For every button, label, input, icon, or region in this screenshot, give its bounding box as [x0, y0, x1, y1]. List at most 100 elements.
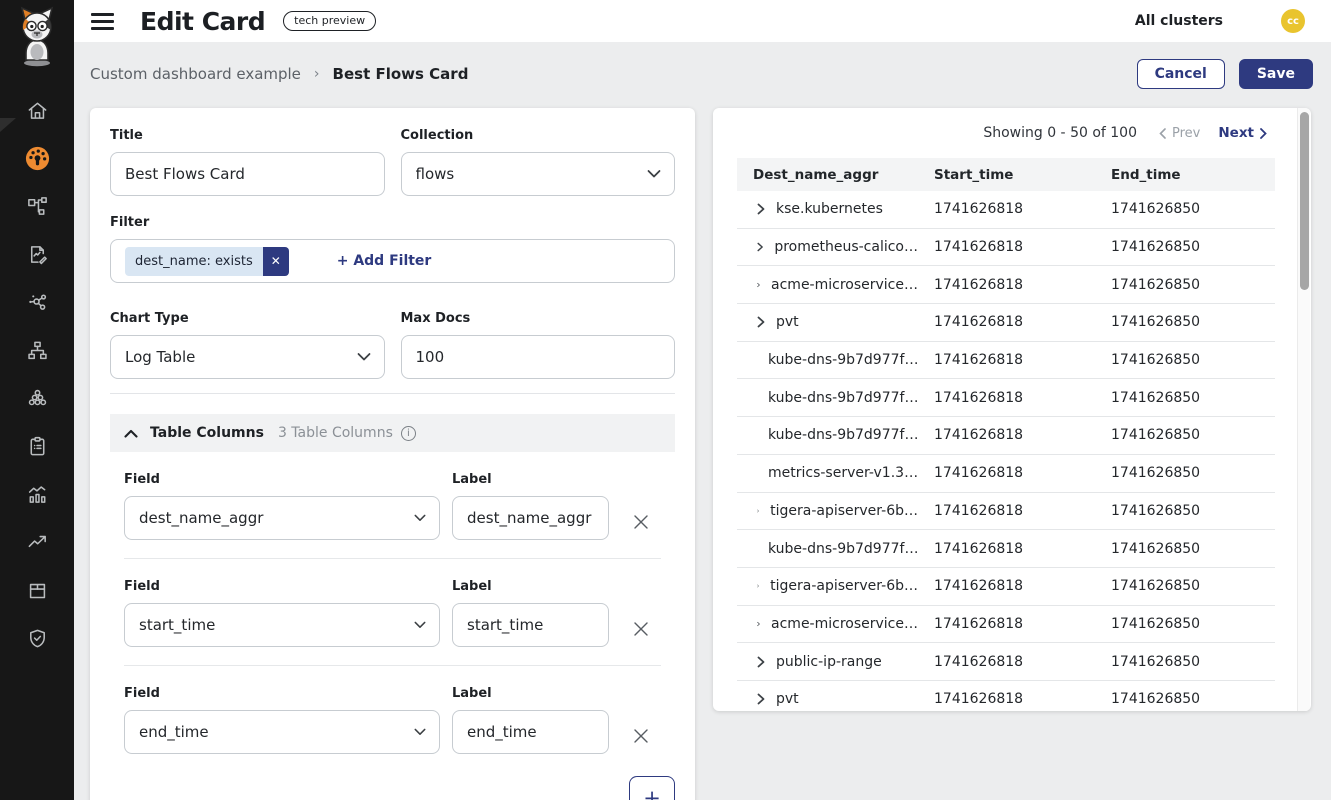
start-time-value: 1741626818 — [918, 201, 1095, 217]
table-row[interactable]: prometheus-calico… 1741626818 1741626850 — [737, 229, 1275, 267]
dest-name-aggr-value: kube-dns-9b7d977f… — [768, 541, 918, 557]
expand-chevron-icon[interactable] — [757, 693, 765, 705]
table-columns-count: 3 Table Columns — [278, 425, 393, 441]
collection-label: Collection — [401, 128, 676, 143]
field-select-dest-name-aggr[interactable] — [124, 496, 440, 540]
add-filter-link[interactable]: + Add Filter — [337, 253, 432, 269]
column-config-row: Field Label — [124, 686, 661, 754]
scrollbar-track[interactable] — [1297, 108, 1310, 711]
start-time-value: 1741626818 — [918, 654, 1095, 670]
calico-cat-logo[interactable] — [12, 6, 62, 72]
scrollbar-thumb[interactable] — [1300, 112, 1309, 290]
field-select-start-time[interactable] — [124, 603, 440, 647]
close-icon — [632, 727, 650, 745]
breadcrumb-current: Best Flows Card — [333, 65, 469, 83]
expand-chevron-icon[interactable] — [757, 505, 759, 517]
sidebar-item-traffic[interactable] — [0, 518, 74, 566]
home-icon — [26, 99, 49, 122]
field-select-end-time[interactable] — [124, 710, 440, 754]
prev-page-button[interactable]: Prev — [1159, 126, 1200, 141]
info-icon[interactable]: i — [401, 426, 416, 441]
sidebar-item-logs[interactable] — [0, 470, 74, 518]
breadcrumb-parent-link[interactable]: Custom dashboard example — [90, 65, 301, 83]
chevron-up-icon — [124, 429, 138, 438]
breadcrumb-row: Custom dashboard example › Best Flows Ca… — [74, 42, 1331, 106]
filter-chip-text: dest_name: exists — [125, 247, 263, 276]
label-input-end-time[interactable] — [452, 710, 609, 754]
sidebar-item-compliance[interactable] — [0, 566, 74, 614]
cancel-button[interactable]: Cancel — [1137, 59, 1225, 89]
table-columns-section-toggle[interactable]: Table Columns 3 Table Columns i — [110, 414, 675, 452]
table-row[interactable]: kube-dns-9b7d977f… 1741626818 1741626850 — [737, 530, 1275, 568]
sidebar-fold-decoration — [0, 118, 16, 132]
sidebar-item-threat-graph[interactable] — [0, 278, 74, 326]
table-row[interactable]: kube-dns-9b7d977f… 1741626818 1741626850 — [737, 342, 1275, 380]
expand-chevron-icon[interactable] — [757, 279, 760, 291]
sidebar-item-service-graph[interactable] — [0, 182, 74, 230]
table-row[interactable]: pvt 1741626818 1741626850 — [737, 304, 1275, 342]
label-input-dest-name-aggr[interactable] — [452, 496, 609, 540]
start-time-value: 1741626818 — [918, 390, 1095, 406]
next-page-button[interactable]: Next — [1218, 125, 1267, 141]
add-column-button[interactable]: + — [629, 776, 675, 800]
expand-chevron-icon[interactable] — [757, 656, 765, 668]
clipboard-icon — [26, 435, 49, 458]
edit-card-form-panel: Title Collection Filter dest_name: exist… — [90, 108, 695, 800]
dest-name-aggr-value: kube-dns-9b7d977f… — [768, 390, 918, 406]
hamburger-menu-icon[interactable] — [91, 13, 114, 30]
cluster-selector[interactable]: All clusters — [1135, 13, 1223, 29]
remove-column-button[interactable] — [621, 472, 661, 540]
table-row[interactable]: acme-microservice… 1741626818 1741626850 — [737, 606, 1275, 644]
shield-check-icon — [26, 627, 49, 650]
remove-column-button[interactable] — [621, 686, 661, 754]
dest-name-aggr-value: prometheus-calico… — [774, 239, 918, 255]
remove-column-button[interactable] — [621, 579, 661, 647]
collection-select[interactable] — [401, 152, 676, 196]
max-docs-input[interactable] — [401, 335, 676, 379]
sidebar-item-security[interactable] — [0, 614, 74, 662]
label-label: Label — [452, 686, 609, 701]
table-row[interactable]: tigera-apiserver-6b… 1741626818 17416268… — [737, 493, 1275, 531]
dest-name-aggr-value: metrics-server-v1.3… — [768, 465, 918, 481]
table-row[interactable]: pvt 1741626818 1741626850 — [737, 681, 1275, 711]
start-time-value: 1741626818 — [918, 503, 1095, 519]
dest-name-aggr-value: pvt — [776, 314, 799, 330]
save-button[interactable]: Save — [1239, 59, 1313, 89]
table-row[interactable]: public-ip-range 1741626818 1741626850 — [737, 643, 1275, 681]
sidebar-item-dashboards-active[interactable] — [0, 134, 74, 182]
column-header-start-time: Start_time — [918, 167, 1095, 183]
sidebar-item-network-sets[interactable] — [0, 326, 74, 374]
divider — [124, 665, 661, 666]
start-time-value: 1741626818 — [918, 691, 1095, 707]
table-columns-header: Table Columns — [150, 425, 264, 441]
expand-chevron-icon[interactable] — [757, 580, 759, 592]
sidebar-item-policies[interactable] — [0, 422, 74, 470]
filter-chip-remove-button[interactable]: ✕ — [263, 247, 289, 276]
title-input[interactable] — [110, 152, 385, 196]
table-row[interactable]: kse.kubernetes 1741626818 1741626850 — [737, 191, 1275, 229]
end-time-value: 1741626850 — [1095, 691, 1275, 707]
sidebar-item-reports[interactable] — [0, 230, 74, 278]
table-row[interactable]: acme-microservice… 1741626818 1741626850 — [737, 266, 1275, 304]
sidebar-item-workloads[interactable] — [0, 374, 74, 422]
label-input-start-time[interactable] — [452, 603, 609, 647]
avatar[interactable]: cc — [1281, 9, 1305, 33]
start-time-value: 1741626818 — [918, 427, 1095, 443]
expand-chevron-icon[interactable] — [757, 316, 765, 328]
expand-chevron-icon[interactable] — [757, 203, 765, 215]
table-row[interactable]: tigera-apiserver-6b… 1741626818 17416268… — [737, 568, 1275, 606]
box-icon — [26, 579, 49, 602]
pagination-status: Showing 0 - 50 of 100 — [983, 125, 1137, 141]
table-row[interactable]: kube-dns-9b7d977f… 1741626818 1741626850 — [737, 417, 1275, 455]
end-time-value: 1741626850 — [1095, 465, 1275, 481]
table-row[interactable]: metrics-server-v1.3… 1741626818 17416268… — [737, 455, 1275, 493]
close-icon — [632, 620, 650, 638]
chart-type-select[interactable] — [110, 335, 385, 379]
end-time-value: 1741626850 — [1095, 541, 1275, 557]
filter-input[interactable]: dest_name: exists ✕ + Add Filter — [110, 239, 675, 283]
expand-chevron-icon[interactable] — [757, 618, 760, 630]
end-time-value: 1741626850 — [1095, 390, 1275, 406]
start-time-value: 1741626818 — [918, 239, 1095, 255]
table-row[interactable]: kube-dns-9b7d977f… 1741626818 1741626850 — [737, 379, 1275, 417]
expand-chevron-icon[interactable] — [757, 241, 763, 253]
